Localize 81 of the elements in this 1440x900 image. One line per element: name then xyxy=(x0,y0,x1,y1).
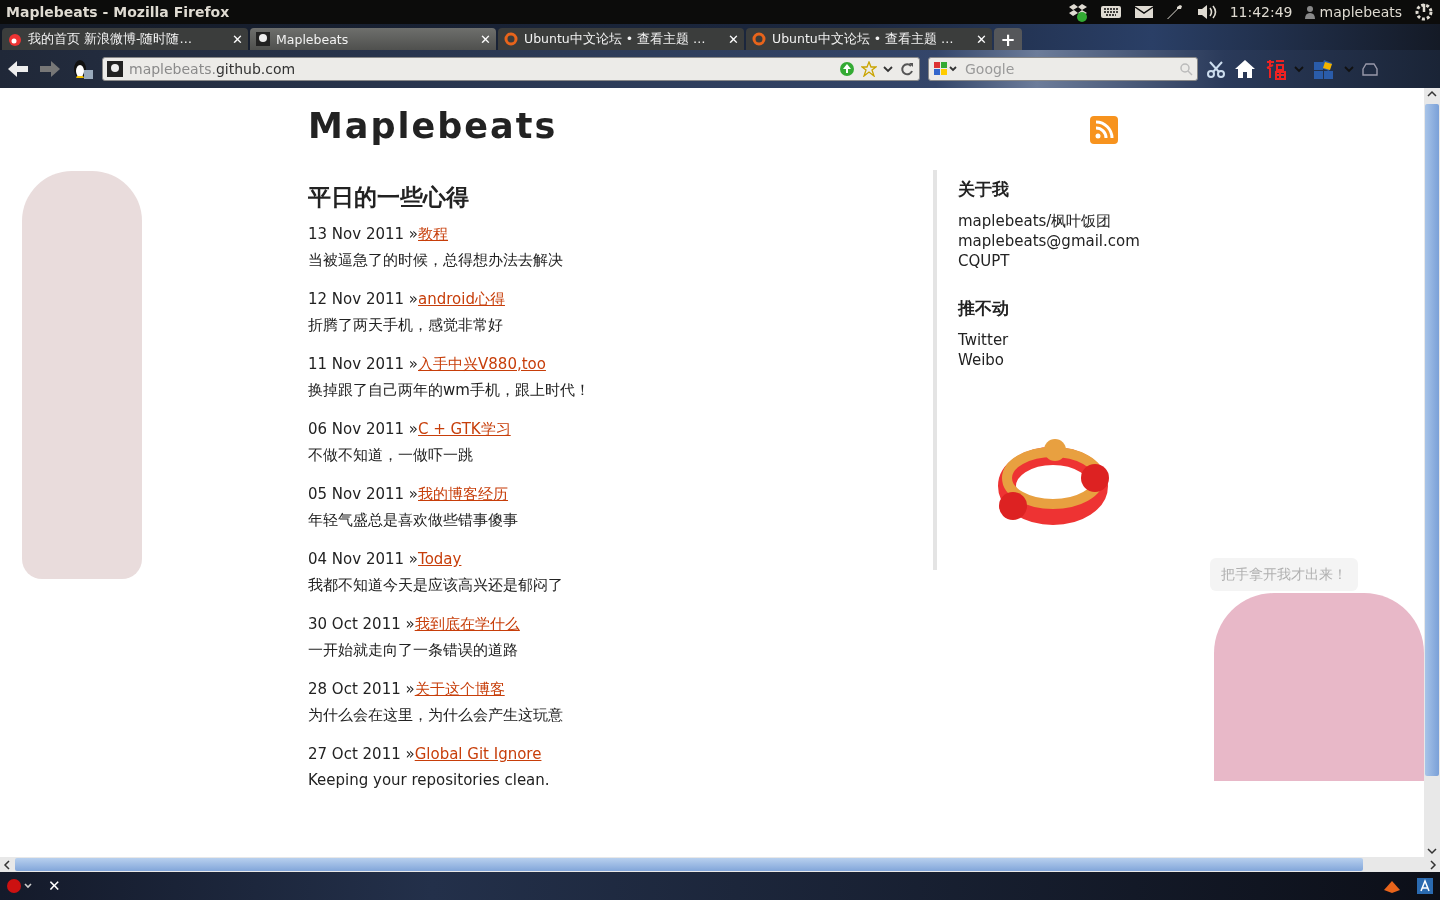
keyboard-icon[interactable] xyxy=(1099,4,1122,20)
reload-icon[interactable] xyxy=(899,61,915,77)
post-date: 04 Nov 2011 » xyxy=(308,549,419,569)
sidebar-heading: 推不动 xyxy=(958,297,1010,320)
post-summary: 换掉跟了自己两年的wm手机，跟上时代！ xyxy=(308,380,591,400)
search-bar[interactable]: Google xyxy=(928,57,1198,81)
sidebar-heading: 关于我 xyxy=(958,178,1010,201)
tab-close-button[interactable]: ✕ xyxy=(232,31,243,47)
tab-close-button[interactable]: ✕ xyxy=(728,31,739,47)
home-icon[interactable] xyxy=(1234,59,1256,79)
horizontal-scrollbar[interactable] xyxy=(0,857,1440,872)
chinese-character-icon[interactable] xyxy=(1264,58,1286,80)
post-link[interactable]: 我的博客经历 xyxy=(418,484,509,504)
browser-tab[interactable]: Maplebeats ✕ xyxy=(250,28,496,50)
post-date: 27 Oct 2011 » xyxy=(308,744,415,764)
tab-close-button[interactable]: ✕ xyxy=(976,31,987,47)
translate-icon[interactable] xyxy=(1416,877,1434,895)
post-link[interactable]: Today xyxy=(418,549,462,569)
clock[interactable]: 11:42:49 xyxy=(1229,4,1293,20)
tab-favicon-icon xyxy=(7,31,23,47)
tab-favicon-icon xyxy=(503,31,519,47)
tab-close-button[interactable]: ✕ xyxy=(480,31,491,47)
post-link[interactable]: 我到底在学什么 xyxy=(414,614,520,634)
tiles-icon[interactable] xyxy=(1312,58,1336,80)
tab-favicon-icon xyxy=(255,31,271,47)
sidebar-text: maplebeats/枫叶饭团 xyxy=(958,211,1113,231)
post-date: 06 Nov 2011 » xyxy=(308,419,419,439)
browser-tab[interactable]: Ubuntu中文论坛 • 查看主题 … ✕ xyxy=(498,28,744,50)
sidebar-text: Weibo xyxy=(958,350,1006,370)
bookmark-star-icon[interactable] xyxy=(861,61,877,77)
envelope-icon[interactable] xyxy=(1133,4,1154,20)
site-favicon-icon xyxy=(107,61,123,77)
post-date: 05 Nov 2011 » xyxy=(308,484,419,504)
post-link[interactable]: android心得 xyxy=(418,289,505,309)
sidebar-text: Twitter xyxy=(958,330,1010,350)
browser-tab[interactable]: Ubuntu中文论坛 • 查看主题 … ✕ xyxy=(746,28,992,50)
tray-icon[interactable] xyxy=(1362,61,1378,77)
volume-icon[interactable] xyxy=(1195,3,1218,21)
post-date: 13 Nov 2011 » xyxy=(308,224,419,244)
post-summary: 当被逼急了的时候，总得想办法去解决 xyxy=(308,250,564,270)
scissors-icon[interactable] xyxy=(1206,59,1226,79)
post-summary: 不做不知道，一做吓一跳 xyxy=(308,445,474,465)
post-summary: 我都不知道今天是应该高兴还是郁闷了 xyxy=(308,575,564,595)
post-summary: Keeping your repositories clean. xyxy=(308,770,551,790)
post-date: 12 Nov 2011 » xyxy=(308,289,419,309)
scroll-right-icon[interactable] xyxy=(1428,858,1438,871)
vertical-scrollbar[interactable] xyxy=(1424,88,1440,857)
close-button[interactable]: ✕ xyxy=(48,877,61,895)
new-tab-button[interactable]: + xyxy=(994,28,1022,50)
blog-title: Maplebeats xyxy=(308,106,559,146)
post-summary: 折腾了两天手机，感觉非常好 xyxy=(308,315,504,335)
pen-icon[interactable] xyxy=(1165,3,1184,21)
scroll-left-icon[interactable] xyxy=(2,858,12,871)
address-bar[interactable]: maplebeats.github.com xyxy=(102,57,920,81)
browser-tab[interactable]: 我的首页 新浪微博-随时随… ✕ xyxy=(2,28,248,50)
search-field[interactable]: Google xyxy=(963,60,1175,78)
tab-favicon-icon xyxy=(751,31,767,47)
post-summary: 一开始就走向了一条错误的道路 xyxy=(308,640,519,660)
user-icon xyxy=(1304,5,1315,19)
post-link[interactable]: C + GTK学习 xyxy=(418,419,511,439)
back-arrow-icon[interactable] xyxy=(6,59,30,79)
dropdown-caret-icon[interactable] xyxy=(883,65,893,73)
search-engine-icon[interactable] xyxy=(933,61,959,77)
post-link[interactable]: 入手中兴V880,too xyxy=(418,354,546,374)
sidebar-text: maplebeats@gmail.com xyxy=(958,231,1141,251)
post-date: 11 Nov 2011 » xyxy=(308,354,419,374)
power-gear-icon[interactable] xyxy=(1414,2,1434,22)
post-link[interactable]: 关于这个博客 xyxy=(414,679,505,699)
post-summary: 年轻气盛总是喜欢做些错事傻事 xyxy=(308,510,519,530)
section-heading: 平日的一些心得 xyxy=(308,183,470,212)
speech-bubble: 把手拿开我才出来！ xyxy=(1210,558,1358,591)
post-summary: 为什么会在这里，为什么会产生这玩意 xyxy=(308,705,564,725)
post-date: 28 Oct 2011 » xyxy=(308,679,415,699)
user-name[interactable]: maplebeats xyxy=(1319,4,1402,20)
post-date: 30 Oct 2011 » xyxy=(308,614,415,634)
forward-arrow-icon[interactable] xyxy=(38,59,62,79)
sidebar-text: CQUPT xyxy=(958,251,1011,271)
window-title: Maplebeats - Mozilla Firefox xyxy=(6,4,231,20)
post-link[interactable]: Global Git Ignore xyxy=(414,744,542,764)
scroll-down-icon[interactable] xyxy=(1427,845,1437,857)
post-link[interactable]: 教程 xyxy=(418,224,449,244)
